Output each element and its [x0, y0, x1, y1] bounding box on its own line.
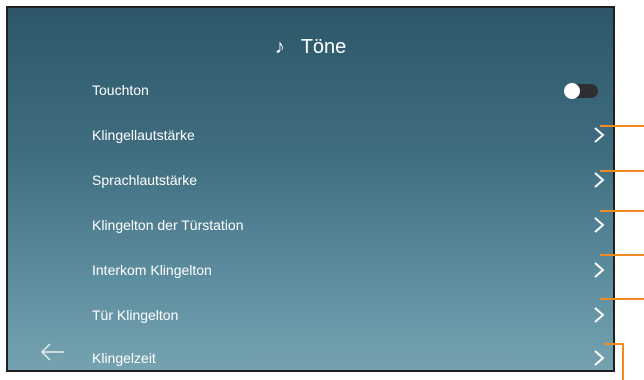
- chevron-right-icon: [594, 307, 605, 323]
- row-label: Klingelton der Türstation: [92, 217, 244, 233]
- touchton-toggle[interactable]: [564, 83, 598, 99]
- back-arrow-icon[interactable]: [38, 340, 68, 364]
- callout-line: [600, 298, 644, 300]
- chevron-right-icon: [594, 172, 605, 188]
- callout-line: [600, 254, 644, 256]
- settings-row-klingelton-tuerstation[interactable]: Klingelton der Türstation: [92, 210, 612, 240]
- settings-row-touchton[interactable]: Touchton: [92, 75, 612, 105]
- settings-row-klingelzeit[interactable]: Klingelzeit: [92, 343, 612, 373]
- chevron-right-icon: [594, 217, 605, 233]
- callout-line: [600, 125, 644, 127]
- chevron-right-icon: [594, 262, 605, 278]
- settings-row-tuer-klingelton[interactable]: Tür Klingelton: [92, 300, 612, 330]
- chevron-right-icon: [594, 127, 605, 143]
- device-screen: ♪ Töne Touchton Klingellautstärke Sprach…: [6, 6, 615, 372]
- page-header: ♪ Töne: [8, 32, 613, 62]
- row-label: Klingellautstärke: [92, 127, 195, 143]
- settings-row-sprachlautstaerke[interactable]: Sprachlautstärke: [92, 165, 612, 195]
- row-label: Klingelzeit: [92, 350, 156, 366]
- callout-line: [600, 210, 644, 212]
- callout-line: [604, 343, 624, 345]
- callout-line: [622, 343, 624, 380]
- row-label: Touchton: [92, 82, 149, 98]
- settings-row-klingellautstaerke[interactable]: Klingellautstärke: [92, 120, 612, 150]
- music-note-icon: ♪: [274, 35, 285, 58]
- page-title: Töne: [300, 35, 347, 58]
- row-label: Tür Klingelton: [92, 307, 179, 323]
- row-label: Sprachlautstärke: [92, 172, 198, 188]
- callout-line: [600, 170, 644, 172]
- chevron-right-icon: [594, 350, 605, 366]
- row-label: Interkom Klingelton: [92, 262, 212, 278]
- settings-row-interkom-klingelton[interactable]: Interkom Klingelton: [92, 255, 612, 285]
- toggle-knob: [564, 83, 580, 99]
